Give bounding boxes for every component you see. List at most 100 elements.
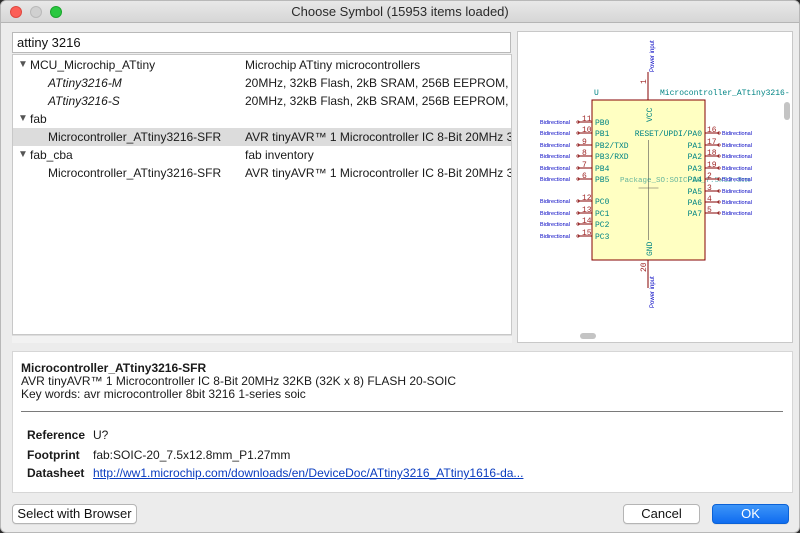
ok-button[interactable]: OK: [712, 504, 789, 524]
choose-symbol-dialog: Choose Symbol (15953 items loaded) ▼MCU_…: [0, 0, 800, 533]
right-pin-name: PA7: [688, 210, 703, 219]
left-pin-type: Bidirectional: [540, 177, 570, 183]
right-pin-type: Bidirectional: [722, 189, 752, 195]
right-pin-number: 18: [707, 149, 717, 158]
left-pin-number: 11: [582, 115, 592, 124]
right-pin-type: Bidirectional: [722, 211, 752, 217]
left-pin-name: PC3: [595, 233, 610, 242]
tree-symbol-row[interactable]: ATtiny3216-S 20MHz, 32kB Flash, 2kB SRAM,…: [13, 92, 511, 110]
symbol-tree[interactable]: ▼ MCU_Microchip_ATtiny Microchip ATtiny mi…: [12, 54, 512, 335]
right-pin-number: 5: [707, 206, 712, 215]
right-pin-type: Bidirectional: [722, 177, 752, 183]
window-title: Choose Symbol (15953 items loaded): [291, 4, 509, 19]
left-pin-number: 14: [582, 217, 592, 226]
left-pin-type: Bidirectional: [540, 222, 570, 228]
left-pin-type: Bidirectional: [540, 211, 570, 217]
expand-triangle-icon[interactable]: ▼: [18, 110, 28, 128]
left-pin-type: Bidirectional: [540, 120, 570, 126]
tree-row-description: 20MHz, 32kB Flash, 2kB SRAM, 256B EEPROM…: [245, 76, 511, 90]
tree-row-description: Microchip ATtiny microcontrollers: [245, 58, 421, 72]
gnd-pin-number: 20: [640, 262, 649, 272]
right-pin-name: PA6: [688, 199, 703, 208]
vcc-pin-name: VCC: [646, 107, 655, 122]
right-pin-type: Bidirectional: [722, 200, 752, 206]
tree-row-name: Microcontroller_ATtiny3216-SFR: [48, 130, 222, 144]
right-pin-name: PA5: [688, 188, 703, 197]
right-pin-name: RESET/UPDI/PA0: [635, 130, 702, 139]
expand-triangle-icon[interactable]: ▼: [18, 146, 28, 164]
field-value-reference: U?: [93, 428, 109, 442]
tree-symbol-row[interactable]: Microcontroller_ATtiny3216-SFR AVR tinyAV…: [13, 164, 511, 182]
details-symbol-name: Microcontroller_ATtiny3216-SFR: [21, 361, 207, 375]
tree-row-description: 20MHz, 32kB Flash, 2kB SRAM, 256B EEPROM…: [245, 94, 511, 108]
tree-row-description: fab inventory: [245, 148, 314, 162]
cancel-button[interactable]: Cancel: [623, 504, 700, 524]
left-pin-name: PB3/RXD: [595, 153, 629, 162]
left-pin-type: Bidirectional: [540, 143, 570, 149]
left-pin-name: PB1: [595, 130, 610, 139]
field-label-datasheet: Datasheet: [27, 466, 85, 480]
field-label-footprint: Footprint: [27, 448, 80, 462]
right-pin-number: 16: [707, 126, 717, 135]
left-pin-name: PC1: [595, 210, 610, 219]
left-pin-type: Bidirectional: [540, 199, 570, 205]
symbol-preview-canvas: U Microcontroller_ATtiny3216-Package_SO:S…: [540, 40, 790, 308]
datasheet-link[interactable]: http://ww1.microchip.com/downloads/en/De…: [93, 466, 523, 480]
select-with-browser-button[interactable]: Select with Browser: [12, 504, 137, 524]
symbol-value-text: Microcontroller_ATtiny3216-: [660, 89, 790, 98]
field-label-reference: Reference: [27, 428, 86, 442]
symbol-preview: U Microcontroller_ATtiny3216- Package_SO:S…: [517, 31, 793, 343]
vcc-pin-number: 1: [640, 79, 649, 84]
tree-row-description: AVR tinyAVR™ 1 Microcontroller IC 8-Bit …: [245, 166, 511, 180]
tree-horizontal-scrollbar[interactable]: [12, 335, 512, 343]
tree-symbol-row[interactable]: Microcontroller_ATtiny3216-SFR AVR tinyAV…: [13, 128, 511, 146]
right-pin-type: Bidirectional: [722, 131, 752, 137]
right-pin-type: Bidirectional: [722, 154, 752, 160]
left-pin-number: 8: [582, 149, 587, 158]
right-pin-number: 17: [707, 138, 717, 147]
right-pin-number: 3: [707, 184, 712, 193]
preview-horizontal-scrollbar[interactable]: [580, 333, 596, 339]
right-pin-number: 19: [707, 161, 717, 170]
left-pin-number: 13: [582, 206, 592, 215]
gnd-pin-name: GND: [646, 241, 655, 256]
left-pin-type: Bidirectional: [540, 234, 570, 240]
left-pin-number: 12: [582, 194, 592, 203]
left-pin-name: PC0: [595, 198, 610, 207]
details-description: AVR tinyAVR™ 1 Microcontroller IC 8-Bit …: [21, 374, 457, 388]
left-pin-number: 9: [582, 138, 587, 147]
right-pin-name: PA3: [688, 165, 703, 174]
details-keywords: Key words: avr microcontroller 8bit 3216…: [21, 387, 306, 401]
left-pin-type: Bidirectional: [540, 131, 570, 137]
tree-row-name: fab: [30, 112, 47, 126]
tree-row-description: AVR tinyAVR™ 1 Microcontroller IC 8-Bit …: [245, 130, 511, 144]
left-pin-number: 6: [582, 172, 587, 181]
tree-row-name: ATtiny3216-S: [48, 94, 120, 108]
right-pin-type: Bidirectional: [722, 166, 752, 172]
tree-group-row[interactable]: ▼ fab: [13, 110, 511, 128]
search-input[interactable]: [12, 32, 511, 53]
right-pin-name: PA4: [688, 176, 703, 185]
left-pin-type: Bidirectional: [540, 154, 570, 160]
left-pin-name: PB0: [595, 119, 610, 128]
left-pin-type: Bidirectional: [540, 166, 570, 172]
details-divider: [21, 411, 783, 412]
tree-row-name: ATtiny3216-M: [48, 76, 122, 90]
expand-triangle-icon[interactable]: ▼: [18, 56, 28, 74]
tree-row-name: Microcontroller_ATtiny3216-SFR: [48, 166, 222, 180]
left-pin-name: PB2/TXD: [595, 142, 629, 151]
left-pin-number: 7: [582, 161, 587, 170]
left-pin-number: 10: [582, 126, 592, 135]
tree-group-row[interactable]: ▼ MCU_Microchip_ATtiny Microchip ATtiny mi…: [13, 56, 511, 74]
tree-group-row[interactable]: ▼ fab_cba fab inventory: [13, 146, 511, 164]
right-pin-name: PA1: [688, 142, 703, 151]
title-bar: Choose Symbol (15953 items loaded): [1, 1, 799, 23]
left-pin-name: PB5: [595, 176, 610, 185]
right-pin-type: Bidirectional: [722, 143, 752, 149]
preview-vertical-scrollbar[interactable]: [784, 102, 790, 120]
field-value-footprint: fab:SOIC-20_7.5x12.8mm_P1.27mm: [93, 448, 291, 462]
right-pin-name: PA2: [688, 153, 703, 162]
left-pin-name: PB4: [595, 165, 610, 174]
tree-symbol-row[interactable]: ATtiny3216-M 20MHz, 32kB Flash, 2kB SRAM,…: [13, 74, 511, 92]
left-pin-number: 15: [582, 229, 592, 238]
